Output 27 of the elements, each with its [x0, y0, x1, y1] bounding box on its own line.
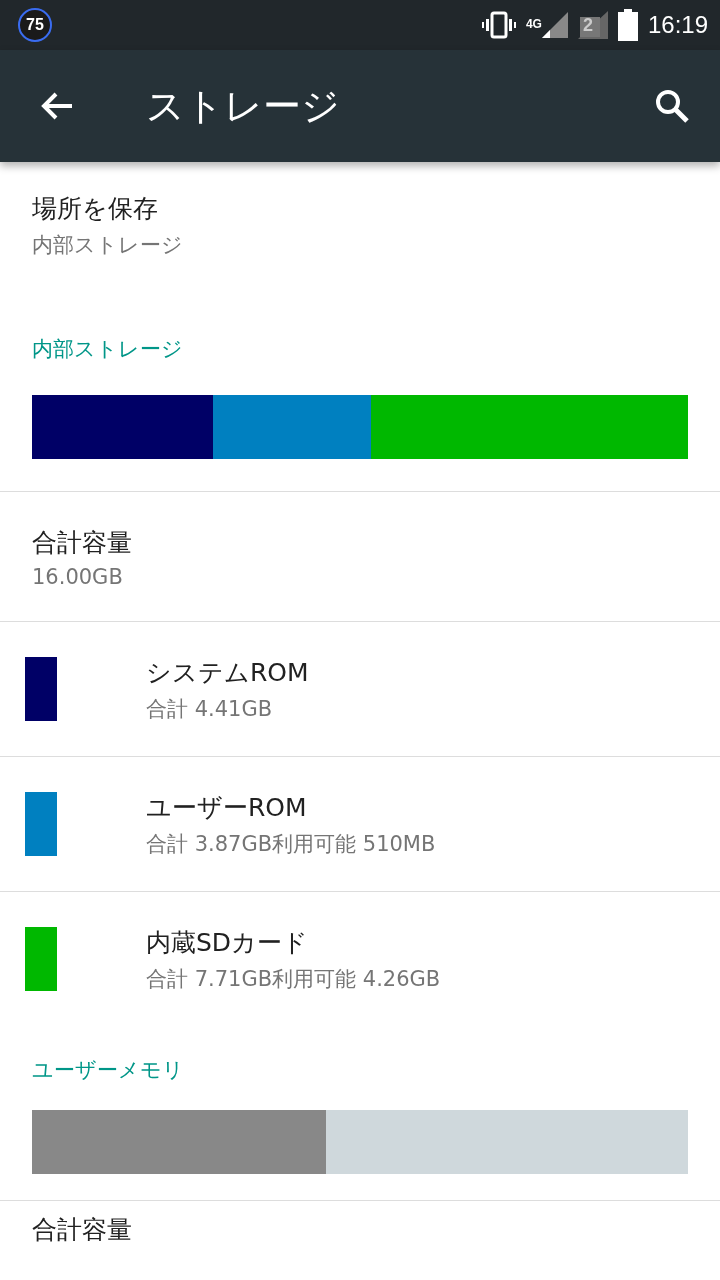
vibrate-icon [481, 11, 516, 39]
back-button[interactable] [40, 91, 74, 121]
item-summary: 16.00GB [32, 565, 124, 589]
item-summary: 合計 3.87GB利用可能 510MB [146, 830, 436, 858]
signal-icon [541, 12, 568, 38]
item-title: 合計容量 [32, 1215, 132, 1244]
search-button[interactable] [654, 88, 690, 124]
item-title: ユーザーROM [146, 791, 308, 824]
item-title: 場所を保存 [32, 193, 159, 225]
item-title: 合計容量 [32, 527, 133, 559]
section-header: 内部ストレージ [31, 336, 184, 363]
save-location-item[interactable]: 場所を保存 内部ストレージ [0, 162, 720, 259]
item-title: 内蔵SDカード [146, 926, 310, 959]
item-summary: 合計 4.41GB [146, 695, 274, 723]
storage-category-item[interactable]: 内蔵SDカード 合計 7.71GB利用可能 4.26GB [0, 892, 720, 1026]
sim-icon: 2 [577, 11, 608, 39]
item-title: システムROM [146, 656, 309, 689]
section-header: ユーザーメモリ [31, 1057, 185, 1084]
item-summary: 合計 7.71GB利用可能 4.26GB [146, 965, 441, 993]
item-summary: 内部ストレージ [32, 232, 184, 259]
network-type: 4G [525, 17, 542, 31]
clock: 16:19 [647, 11, 708, 39]
storage-category-item[interactable]: ユーザーROM 合計 3.87GB利用可能 510MB [0, 757, 720, 891]
battery-icon [617, 9, 638, 41]
screen-title: ストレージ [146, 82, 341, 130]
storage-category-item[interactable]: システムROM 合計 4.41GB [0, 622, 720, 756]
notification-badge: 75 [18, 8, 52, 42]
